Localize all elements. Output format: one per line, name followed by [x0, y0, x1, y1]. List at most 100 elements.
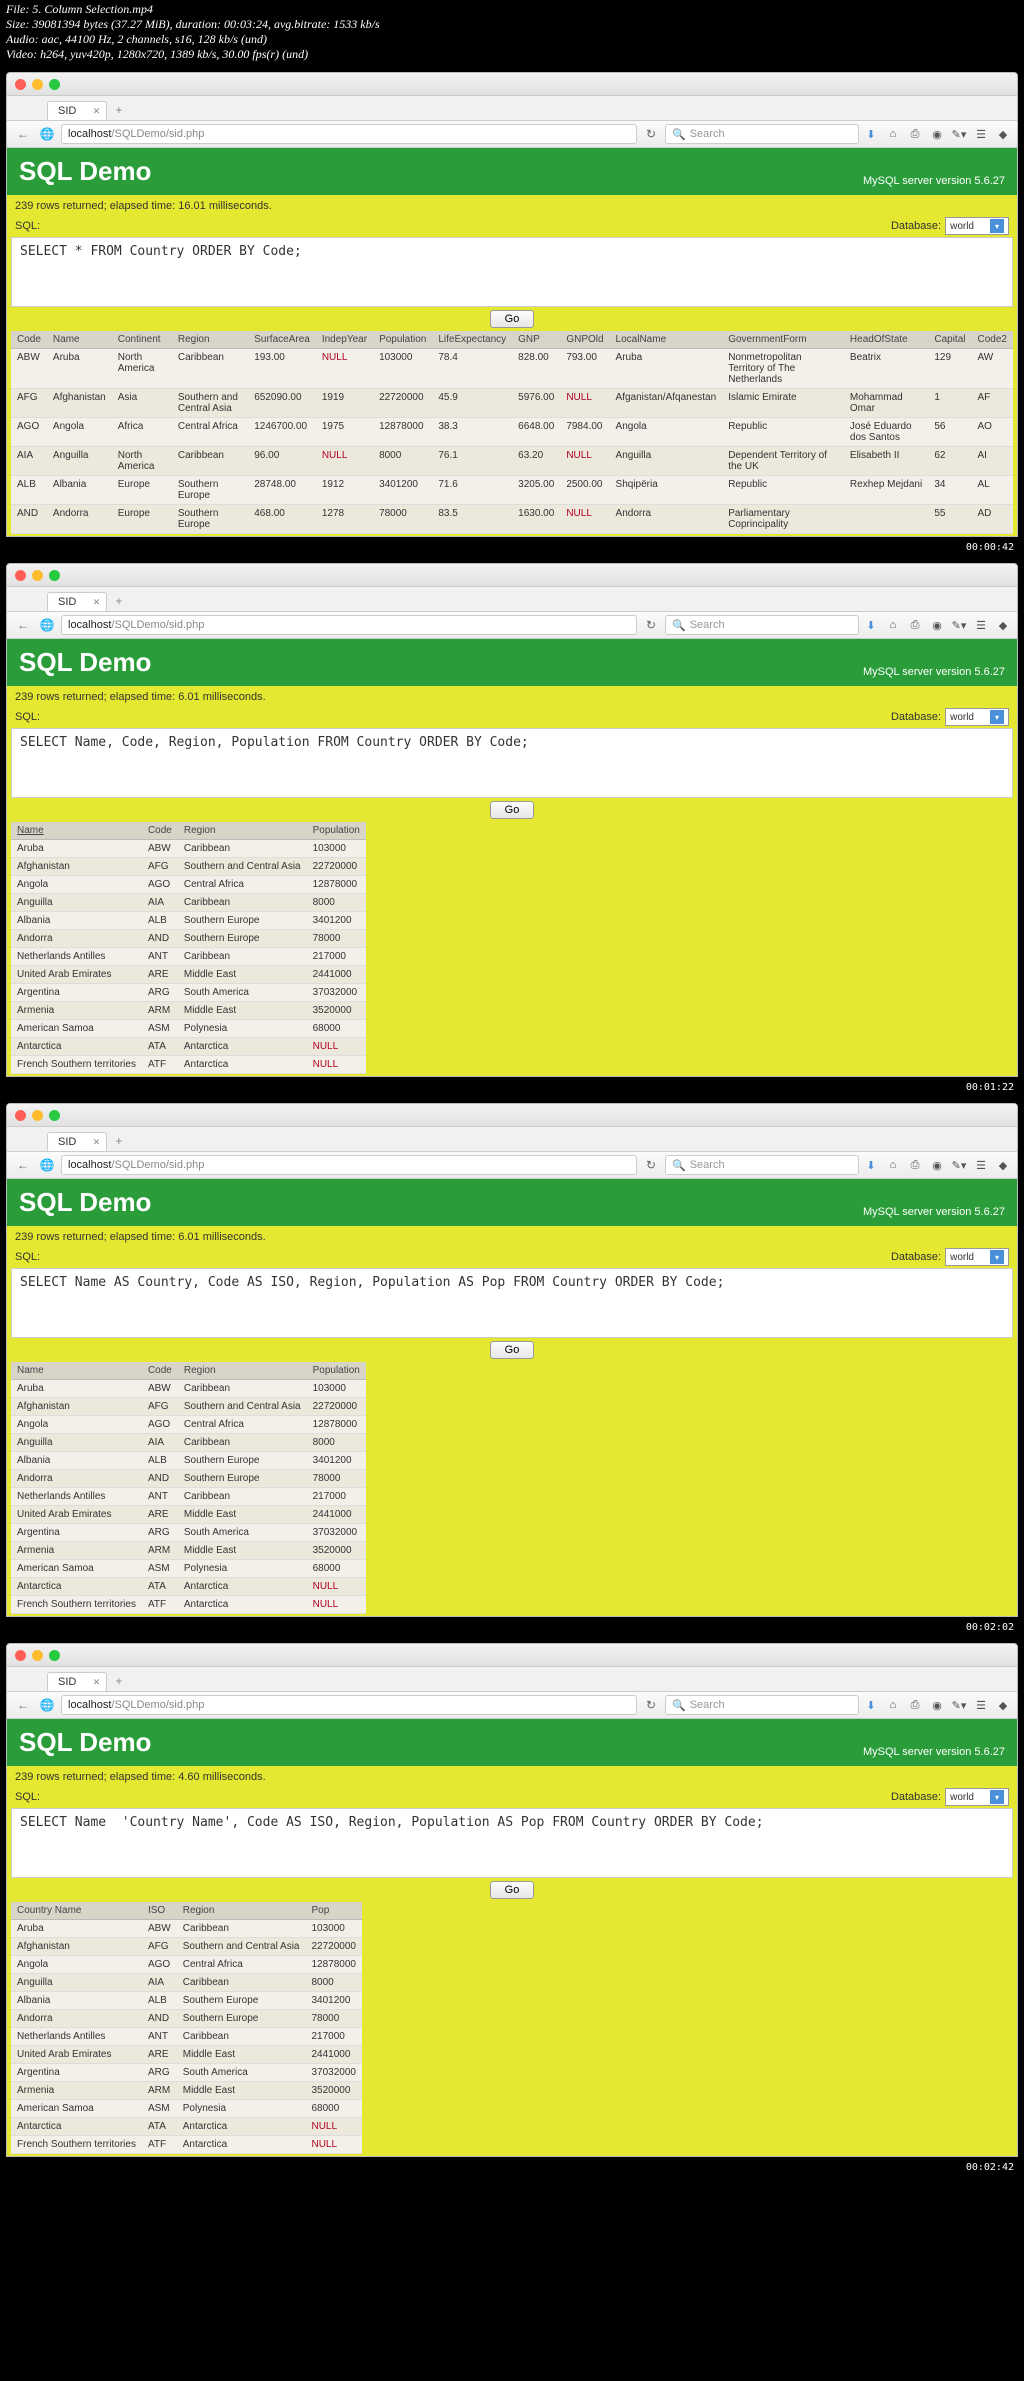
url-input[interactable]: localhost/SQLDemo/sid.php [61, 1155, 637, 1175]
home-icon[interactable]: ⌂ [885, 617, 901, 633]
sync-icon[interactable]: ◉ [929, 1697, 945, 1713]
database-select[interactable]: world▾ [945, 708, 1009, 726]
column-header[interactable]: HeadOfState [844, 331, 928, 349]
column-header[interactable]: Region [177, 1902, 306, 1920]
column-header[interactable]: Code [11, 331, 47, 349]
minimize-window-icon[interactable] [32, 79, 43, 90]
search-input[interactable]: 🔍Search [665, 1155, 859, 1175]
reload-button[interactable]: ↻ [641, 125, 661, 143]
extension-icon[interactable]: ◆ [995, 1697, 1011, 1713]
back-button[interactable]: ← [13, 1156, 33, 1174]
column-header[interactable]: GNP [512, 331, 560, 349]
browser-tab[interactable]: SID ✕ [47, 592, 107, 611]
download-icon[interactable]: ⬇ [863, 617, 879, 633]
print-icon[interactable]: ⎙ [907, 126, 923, 142]
sync-icon[interactable]: ◉ [929, 617, 945, 633]
zoom-window-icon[interactable] [49, 1110, 60, 1121]
sql-input[interactable]: SELECT Name AS Country, Code AS ISO, Reg… [11, 1268, 1013, 1338]
go-button[interactable]: Go [490, 1881, 535, 1899]
reload-button[interactable]: ↻ [641, 1696, 661, 1714]
column-header[interactable]: LocalName [610, 331, 723, 349]
column-header[interactable]: SurfaceArea [248, 331, 316, 349]
column-header[interactable]: Region [172, 331, 248, 349]
menu-icon[interactable]: ☰ [973, 126, 989, 142]
column-header[interactable]: Code [142, 1362, 178, 1380]
column-header[interactable]: Name [11, 1362, 142, 1380]
column-header[interactable]: Code [142, 822, 178, 840]
column-header[interactable]: Name [47, 331, 112, 349]
go-button[interactable]: Go [490, 1341, 535, 1359]
close-window-icon[interactable] [15, 1650, 26, 1661]
pencil-icon[interactable]: ✎▾ [951, 1697, 967, 1713]
zoom-window-icon[interactable] [49, 1650, 60, 1661]
close-window-icon[interactable] [15, 1110, 26, 1121]
back-button[interactable]: ← [13, 125, 33, 143]
url-input[interactable]: localhost/SQLDemo/sid.php [61, 615, 637, 635]
column-header[interactable]: Region [178, 822, 307, 840]
back-button[interactable]: ← [13, 616, 33, 634]
extension-icon[interactable]: ◆ [995, 1157, 1011, 1173]
column-header[interactable]: Capital [928, 331, 971, 349]
column-header[interactable]: GovernmentForm [722, 331, 844, 349]
column-header[interactable]: Pop [305, 1902, 362, 1920]
column-header[interactable]: IndepYear [316, 331, 373, 349]
close-window-icon[interactable] [15, 570, 26, 581]
browser-tab[interactable]: SID ✕ [47, 101, 107, 120]
sync-icon[interactable]: ◉ [929, 126, 945, 142]
menu-icon[interactable]: ☰ [973, 617, 989, 633]
browser-tab[interactable]: SID ✕ [47, 1672, 107, 1691]
pencil-icon[interactable]: ✎▾ [951, 617, 967, 633]
new-tab-button[interactable]: + [115, 1134, 122, 1151]
column-header[interactable]: LifeExpectancy [432, 331, 512, 349]
new-tab-button[interactable]: + [115, 1674, 122, 1691]
browser-tab[interactable]: SID ✕ [47, 1132, 107, 1151]
close-tab-icon[interactable]: ✕ [93, 1137, 101, 1148]
url-input[interactable]: localhost/SQLDemo/sid.php [61, 1695, 637, 1715]
column-header[interactable]: Population [307, 1362, 366, 1380]
reload-button[interactable]: ↻ [641, 616, 661, 634]
search-input[interactable]: 🔍Search [665, 1695, 859, 1715]
new-tab-button[interactable]: + [115, 103, 122, 120]
pencil-icon[interactable]: ✎▾ [951, 126, 967, 142]
sync-icon[interactable]: ◉ [929, 1157, 945, 1173]
column-header[interactable]: Region [178, 1362, 307, 1380]
download-icon[interactable]: ⬇ [863, 1697, 879, 1713]
column-header[interactable]: Country Name [11, 1902, 142, 1920]
download-icon[interactable]: ⬇ [863, 126, 879, 142]
column-header[interactable]: GNPOld [560, 331, 609, 349]
close-tab-icon[interactable]: ✕ [93, 1677, 101, 1688]
menu-icon[interactable]: ☰ [973, 1697, 989, 1713]
home-icon[interactable]: ⌂ [885, 126, 901, 142]
go-button[interactable]: Go [490, 310, 535, 328]
home-icon[interactable]: ⌂ [885, 1157, 901, 1173]
home-icon[interactable]: ⌂ [885, 1697, 901, 1713]
go-button[interactable]: Go [490, 801, 535, 819]
database-select[interactable]: world▾ [945, 1788, 1009, 1806]
reload-button[interactable]: ↻ [641, 1156, 661, 1174]
download-icon[interactable]: ⬇ [863, 1157, 879, 1173]
search-input[interactable]: 🔍Search [665, 615, 859, 635]
close-window-icon[interactable] [15, 79, 26, 90]
column-header[interactable]: ISO [142, 1902, 177, 1920]
back-button[interactable]: ← [13, 1696, 33, 1714]
print-icon[interactable]: ⎙ [907, 1697, 923, 1713]
close-tab-icon[interactable]: ✕ [93, 106, 101, 117]
column-header[interactable]: Code2 [972, 331, 1014, 349]
new-tab-button[interactable]: + [115, 594, 122, 611]
minimize-window-icon[interactable] [32, 1650, 43, 1661]
column-header[interactable]: Name [11, 822, 142, 840]
minimize-window-icon[interactable] [32, 570, 43, 581]
column-header[interactable]: Population [373, 331, 432, 349]
search-input[interactable]: 🔍Search [665, 124, 859, 144]
print-icon[interactable]: ⎙ [907, 1157, 923, 1173]
extension-icon[interactable]: ◆ [995, 126, 1011, 142]
zoom-window-icon[interactable] [49, 570, 60, 581]
minimize-window-icon[interactable] [32, 1110, 43, 1121]
database-select[interactable]: world▾ [945, 217, 1009, 235]
menu-icon[interactable]: ☰ [973, 1157, 989, 1173]
sql-input[interactable]: SELECT Name 'Country Name', Code AS ISO,… [11, 1808, 1013, 1878]
pencil-icon[interactable]: ✎▾ [951, 1157, 967, 1173]
column-header[interactable]: Population [307, 822, 366, 840]
close-tab-icon[interactable]: ✕ [93, 597, 101, 608]
database-select[interactable]: world▾ [945, 1248, 1009, 1266]
